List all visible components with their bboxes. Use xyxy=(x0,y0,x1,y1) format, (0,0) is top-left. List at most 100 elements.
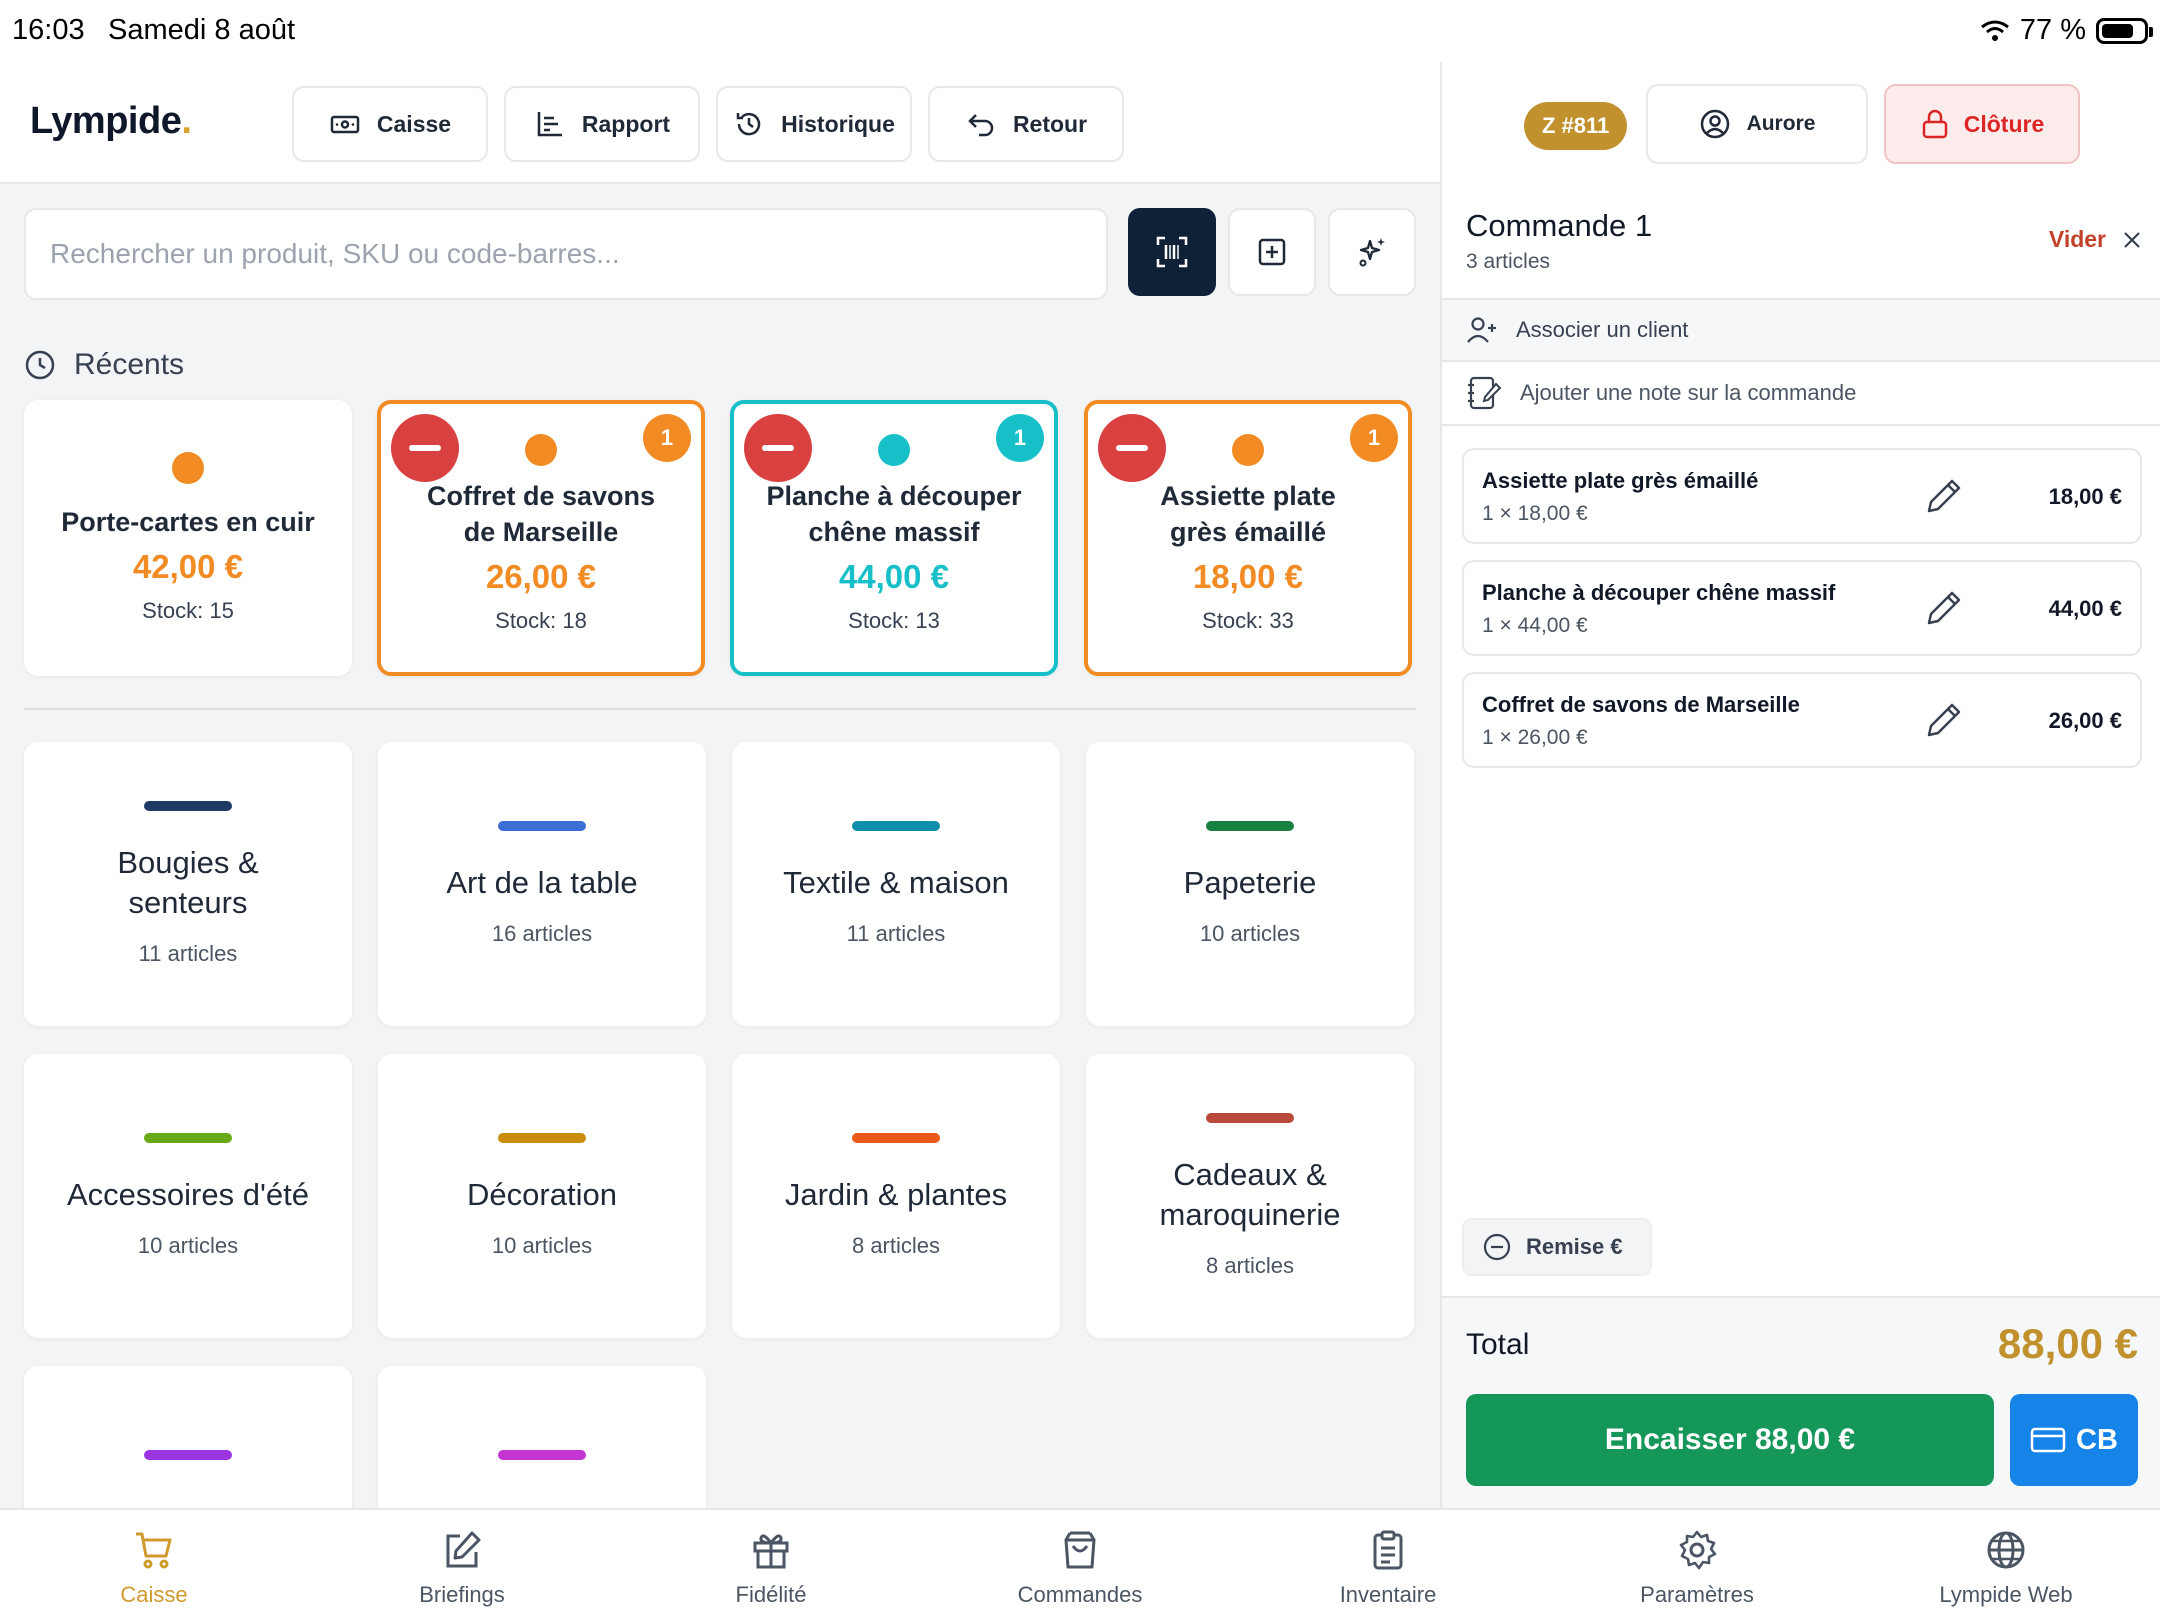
tab-fidelite[interactable]: Fidélité xyxy=(671,1528,871,1608)
tab-commandes[interactable]: Commandes xyxy=(980,1528,1180,1608)
recent-product-card[interactable]: 1 Assiette plate grès émaillé 18,00 € St… xyxy=(1084,400,1412,676)
category-card[interactable]: Jardin & plantes 8 articles xyxy=(732,1054,1060,1338)
user-button[interactable]: Aurore xyxy=(1646,84,1868,164)
category-card[interactable] xyxy=(24,1366,352,1508)
checkout-button[interactable]: Encaisser 88,00 € xyxy=(1466,1394,1994,1486)
remove-one-button[interactable] xyxy=(744,414,812,482)
cloture-button[interactable]: Clôture xyxy=(1884,84,2080,164)
product-stock: Stock: 33 xyxy=(1202,608,1294,633)
category-color-bar xyxy=(498,821,586,831)
line-product-name: Assiette plate grès émaillé xyxy=(1482,468,1759,493)
recents-heading: Récents xyxy=(24,348,184,382)
category-color-bar xyxy=(144,801,232,811)
plus-square-icon xyxy=(1256,236,1288,268)
tab-inventaire[interactable]: Inventaire xyxy=(1288,1528,1488,1608)
top-header: Lympide. Caisse Rapport Historique Retou… xyxy=(0,62,1440,184)
order-note-field[interactable]: Ajouter une note sur la commande xyxy=(1442,362,2160,426)
edit-icon xyxy=(440,1528,484,1572)
category-card[interactable]: Textile & maison 11 articles xyxy=(732,742,1060,1026)
total-amount: 88,00 € xyxy=(1997,1320,2138,1367)
category-count: 10 articles xyxy=(491,1233,593,1258)
product-color-dot xyxy=(878,434,910,466)
category-card[interactable]: Papeterie 10 articles xyxy=(1086,742,1414,1026)
recent-product-card[interactable]: Porte-cartes en cuir 42,00 € Stock: 15 xyxy=(24,400,352,676)
order-line[interactable]: Coffret de savons de Marseille 1 × 26,00… xyxy=(1462,672,2142,768)
product-name: Porte-cartes en cuir xyxy=(61,507,315,537)
tab-briefings[interactable]: Briefings xyxy=(362,1528,562,1608)
product-color-dot xyxy=(525,434,557,466)
section-divider xyxy=(24,708,1416,710)
tab-caisse[interactable]: Caisse xyxy=(54,1528,254,1608)
line-total: 26,00 € xyxy=(2048,708,2122,733)
app-logo: Lympide. xyxy=(30,100,192,142)
gift-icon xyxy=(749,1528,793,1572)
order-panel: Commande 1 3 articles Vider Associer un … xyxy=(1440,184,2160,1508)
minus-icon xyxy=(762,445,794,451)
ai-assist-button[interactable] xyxy=(1328,208,1416,296)
category-name: Jardin & plantes xyxy=(784,1177,1008,1212)
product-price: 18,00 € xyxy=(1192,558,1304,595)
pencil-icon xyxy=(1924,476,1964,516)
recent-product-card[interactable]: 1 Coffret de savons de Marseille 26,00 €… xyxy=(377,400,705,676)
battery-icon xyxy=(2096,17,2153,44)
product-price: 42,00 € xyxy=(132,548,244,585)
category-card[interactable]: Bougies & senteurs 11 articles xyxy=(24,742,352,1026)
order-line[interactable]: Planche à découper chêne massif 1 × 44,0… xyxy=(1462,560,2142,656)
category-card[interactable]: Cadeaux & maroquinerie 8 articles xyxy=(1086,1054,1414,1338)
minus-icon xyxy=(409,445,441,451)
nav-caisse-label: Caisse xyxy=(376,110,452,137)
barcode-scan-button[interactable] xyxy=(1128,208,1216,296)
discount-button[interactable]: Remise € xyxy=(1462,1218,1652,1276)
gear-icon xyxy=(1675,1528,1719,1572)
product-color-dot xyxy=(1232,434,1264,466)
z-report-badge[interactable]: Z #811 xyxy=(1524,102,1628,150)
category-card[interactable]: Accessoires d'été 10 articles xyxy=(24,1054,352,1338)
tab-commandes-label: Commandes xyxy=(1017,1582,1143,1607)
associate-client-button[interactable]: Associer un client xyxy=(1442,300,2160,362)
category-count: 10 articles xyxy=(1199,921,1301,946)
category-color-bar xyxy=(144,1133,232,1143)
nav-rapport-button[interactable]: Rapport xyxy=(504,86,700,162)
tab-lympide-web[interactable]: Lympide Web xyxy=(1906,1528,2106,1608)
clock-icon xyxy=(24,349,56,381)
tab-caisse-label: Caisse xyxy=(120,1582,188,1607)
add-product-button[interactable] xyxy=(1228,208,1316,296)
edit-line-button[interactable] xyxy=(1924,476,1964,516)
category-card[interactable] xyxy=(378,1366,706,1508)
search-input[interactable]: Rechercher un produit, SKU ou code-barre… xyxy=(24,208,1108,300)
lock-icon xyxy=(1920,108,1950,140)
line-quantity: 1 × 44,00 € xyxy=(1482,614,1588,637)
line-quantity: 1 × 18,00 € xyxy=(1482,502,1588,525)
category-color-bar xyxy=(144,1450,232,1460)
cart-icon xyxy=(132,1528,176,1572)
tab-lympide-web-label: Lympide Web xyxy=(1939,1582,2073,1607)
edit-line-button[interactable] xyxy=(1924,700,1964,740)
card-payment-button[interactable]: CB xyxy=(2010,1394,2138,1486)
bottom-tab-bar: Caisse Briefings Fidélité Commandes Inve… xyxy=(0,1508,2160,1620)
cloture-label: Clôture xyxy=(1963,110,2045,137)
edit-line-button[interactable] xyxy=(1924,588,1964,628)
tab-parametres[interactable]: Paramètres xyxy=(1597,1528,1797,1608)
category-card[interactable]: Art de la table 16 articles xyxy=(378,742,706,1026)
order-title: Commande 1 xyxy=(1466,208,1653,243)
pencil-icon xyxy=(1924,588,1964,628)
line-product-name: Coffret de savons de Marseille xyxy=(1482,692,1800,717)
tab-briefings-label: Briefings xyxy=(419,1582,505,1607)
cart-count-badge: 1 xyxy=(1350,414,1398,462)
category-count: 8 articles xyxy=(1205,1253,1295,1278)
close-icon xyxy=(2122,230,2142,250)
nav-retour-button[interactable]: Retour xyxy=(928,86,1124,162)
category-name: Accessoires d'été xyxy=(67,1177,309,1212)
nav-historique-button[interactable]: Historique xyxy=(716,86,912,162)
nav-caisse-button[interactable]: Caisse xyxy=(292,86,488,162)
recent-product-card[interactable]: 1 Planche à découper chêne massif 44,00 … xyxy=(730,400,1058,676)
order-line[interactable]: Assiette plate grès émaillé 1 × 18,00 € … xyxy=(1462,448,2142,544)
globe-icon xyxy=(1984,1528,2028,1572)
order-item-count: 3 articles xyxy=(1466,250,1551,273)
clear-order-button[interactable]: Vider xyxy=(2049,226,2142,253)
remove-one-button[interactable] xyxy=(1098,414,1166,482)
remove-one-button[interactable] xyxy=(391,414,459,482)
session-header: Z #811 Aurore Clôture xyxy=(1440,62,2160,184)
category-card[interactable]: Décoration 10 articles xyxy=(378,1054,706,1338)
category-color-bar xyxy=(498,1450,586,1460)
